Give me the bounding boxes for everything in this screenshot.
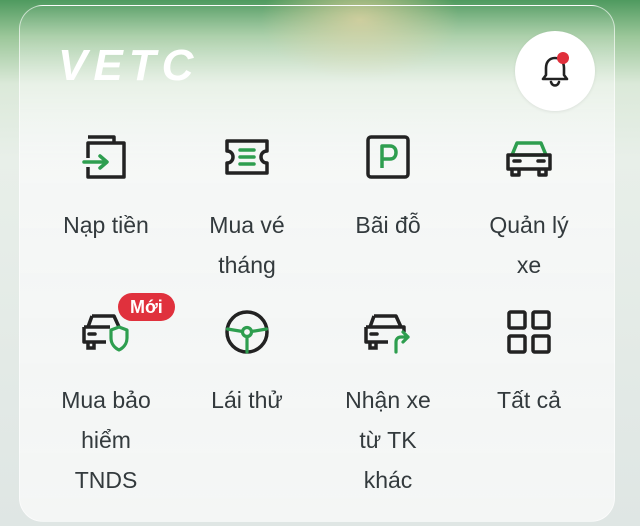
menu-item-label: Mua vé tháng xyxy=(209,212,285,278)
steering-wheel-icon xyxy=(225,310,269,354)
car-transfer-icon xyxy=(364,314,410,354)
menu-item-bai-do[interactable]: Bãi đỗ xyxy=(319,131,457,245)
menu-item-nhan-xe-tu-tk-khac[interactable]: Nhận xe từ TK khác xyxy=(319,306,457,500)
grid-all-icon xyxy=(507,310,551,354)
menu-item-label: Mua bảo hiểm TNDS xyxy=(61,387,151,493)
vetc-logo: VETC xyxy=(58,41,200,90)
notification-unread-dot xyxy=(557,52,569,64)
menu-item-label: Lái thử xyxy=(211,387,283,413)
menu-item-label: Quản lý xe xyxy=(489,212,569,278)
ticket-icon xyxy=(225,139,269,175)
menu-item-mua-ve-thang[interactable]: Mua vé tháng xyxy=(178,131,316,285)
car-icon xyxy=(506,141,552,177)
quick-services-card: VETC Nạp tiền Mua vé tháng Bãi đỗ Quản l… xyxy=(19,5,615,522)
menu-item-label: Nạp tiền xyxy=(63,212,149,238)
menu-item-tat-ca[interactable]: Tất cả xyxy=(460,306,598,420)
menu-item-quan-ly-xe[interactable]: Quản lý xe xyxy=(460,131,598,285)
wallet-topup-icon xyxy=(82,135,126,179)
menu-item-nap-tien[interactable]: Nạp tiền xyxy=(37,131,175,245)
menu-item-mua-bao-hiem-tnds[interactable]: Mua bảo hiểm TNDS xyxy=(37,306,175,500)
menu-item-lai-thu[interactable]: Lái thử xyxy=(178,306,316,420)
parking-icon xyxy=(366,135,410,179)
menu-item-label: Tất cả xyxy=(497,387,561,413)
menu-item-label: Nhận xe từ TK khác xyxy=(345,387,431,493)
new-badge: Mới xyxy=(118,293,175,321)
notification-button[interactable] xyxy=(515,31,595,111)
menu-item-label: Bãi đỗ xyxy=(355,212,421,238)
